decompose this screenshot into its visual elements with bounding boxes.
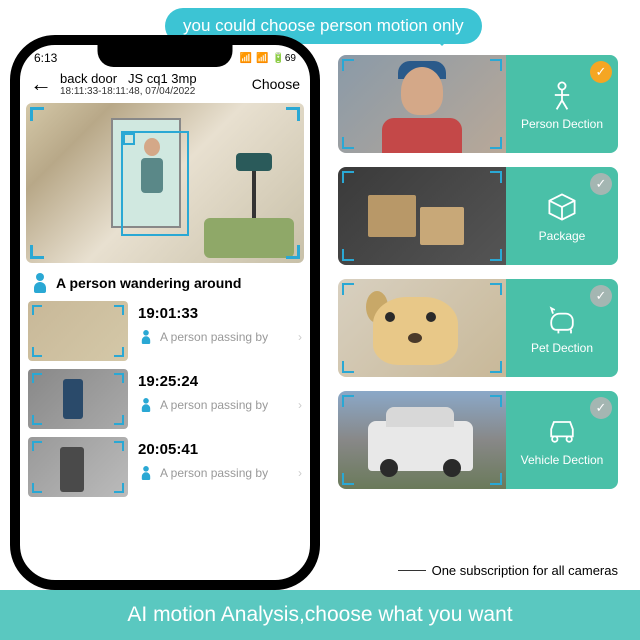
event-item[interactable]: 19:25:24 A person passing by › bbox=[28, 369, 302, 429]
wifi-icon: 📶 bbox=[256, 53, 268, 64]
event-thumbnail bbox=[28, 437, 128, 497]
header-text: back door JS cq1 3mp 18:11:33-18:11:48, … bbox=[60, 71, 244, 97]
signal-icon: 📶 bbox=[240, 53, 252, 64]
tile-photo bbox=[338, 167, 506, 265]
person-icon bbox=[140, 330, 151, 344]
choose-button[interactable]: Choose bbox=[252, 76, 300, 92]
phone-mockup: 6:13 📶 📶 🔋69 ← back door JS cq1 3mp 18:1… bbox=[10, 35, 320, 590]
event-thumbnail bbox=[28, 369, 128, 429]
tile-label: Person Dection bbox=[521, 117, 603, 131]
tile-label: Vehicle Dection bbox=[521, 453, 604, 467]
tile-person-detection[interactable]: Person Dection ✓ bbox=[338, 55, 618, 153]
person-icon bbox=[140, 398, 151, 412]
status-time: 6:13 bbox=[34, 51, 57, 65]
person-outline-icon bbox=[544, 77, 580, 113]
tile-photo bbox=[338, 55, 506, 153]
event-time: 20:05:41 bbox=[138, 441, 302, 458]
event-thumbnail bbox=[28, 301, 128, 361]
tile-photo bbox=[338, 391, 506, 489]
check-icon: ✓ bbox=[590, 61, 612, 83]
status-icons: 📶 📶 🔋69 bbox=[240, 53, 296, 64]
person-icon bbox=[32, 273, 48, 293]
tile-vehicle-detection[interactable]: Vehicle Dection ✓ bbox=[338, 391, 618, 489]
alert-banner: A person wandering around bbox=[20, 265, 310, 301]
check-icon: ✓ bbox=[590, 285, 612, 307]
event-desc: A person passing by bbox=[160, 466, 268, 480]
chevron-right-icon: › bbox=[298, 398, 302, 412]
header-timestamp: 18:11:33-18:11:48, 07/04/2022 bbox=[60, 86, 244, 97]
detection-box bbox=[121, 131, 189, 236]
event-item[interactable]: 20:05:41 A person passing by › bbox=[28, 437, 302, 497]
event-list: 19:01:33 A person passing by › 19:25:24 A… bbox=[20, 301, 310, 497]
tile-package-detection[interactable]: Package ✓ bbox=[338, 167, 618, 265]
main-camera-view[interactable] bbox=[26, 103, 304, 263]
tile-label: Package bbox=[539, 229, 586, 243]
chevron-right-icon: › bbox=[298, 466, 302, 480]
event-item[interactable]: 19:01:33 A person passing by › bbox=[28, 301, 302, 361]
tile-label: Pet Dection bbox=[531, 341, 593, 355]
camera-name: back door bbox=[60, 71, 117, 86]
check-icon: ✓ bbox=[590, 397, 612, 419]
detection-options: Person Dection ✓ Package ✓ Pet Dection ✓… bbox=[338, 55, 618, 489]
subscription-note: One subscription for all cameras bbox=[398, 563, 618, 578]
pet-icon bbox=[544, 301, 580, 337]
tile-pet-detection[interactable]: Pet Dection ✓ bbox=[338, 279, 618, 377]
app-header: ← back door JS cq1 3mp 18:11:33-18:11:48… bbox=[20, 67, 310, 101]
vehicle-icon bbox=[544, 413, 580, 449]
chevron-right-icon: › bbox=[298, 330, 302, 344]
tile-photo bbox=[338, 279, 506, 377]
event-desc: A person passing by bbox=[160, 398, 268, 412]
event-time: 19:25:24 bbox=[138, 373, 302, 390]
back-button[interactable]: ← bbox=[30, 73, 52, 95]
phone-notch bbox=[98, 45, 233, 67]
person-icon bbox=[140, 466, 151, 480]
battery-icon: 🔋69 bbox=[272, 53, 296, 64]
package-icon bbox=[544, 189, 580, 225]
check-icon: ✓ bbox=[590, 173, 612, 195]
footer-banner: AI motion Analysis,choose what you want bbox=[0, 590, 640, 640]
device-model: JS cq1 3mp bbox=[128, 71, 197, 86]
event-desc: A person passing by bbox=[160, 330, 268, 344]
event-time: 19:01:33 bbox=[138, 305, 302, 322]
alert-text: A person wandering around bbox=[56, 275, 241, 291]
